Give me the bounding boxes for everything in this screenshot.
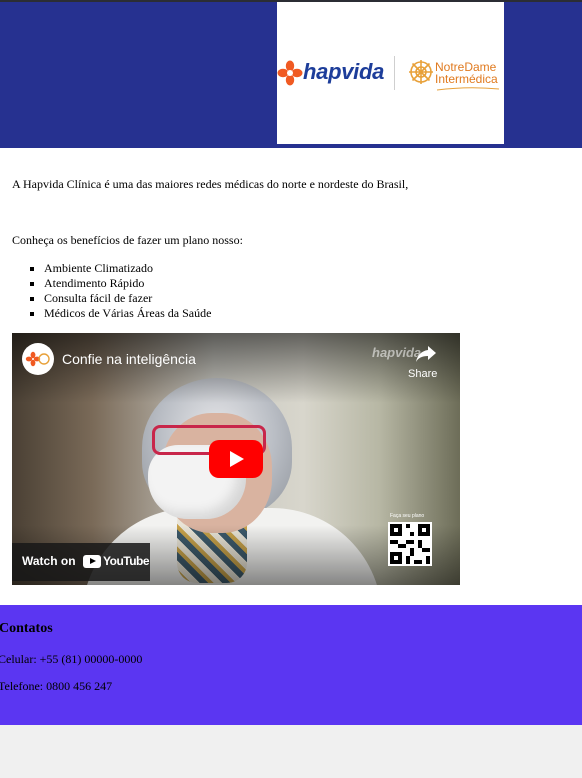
youtube-video-embed[interactable]: Confie na inteligência hapvida Share Faç… [12, 333, 460, 585]
watch-on-label: Watch on [22, 554, 76, 568]
channel-avatar-icon[interactable] [22, 343, 54, 375]
list-item: Consulta fácil de fazer [44, 291, 211, 306]
logo-divider [394, 56, 395, 90]
brand-logo: hapvida NotreDame Intermédica [277, 2, 504, 144]
youtube-wordmark: YouTube [103, 554, 150, 568]
list-item: Ambiente Climatizado [44, 261, 211, 276]
qr-label: Faça seu plano [390, 513, 425, 519]
notredame-swoosh [436, 87, 500, 91]
play-button[interactable] [209, 440, 263, 478]
video-top-gradient [12, 333, 460, 403]
video-title[interactable]: Confie na inteligência [62, 351, 196, 367]
play-icon [230, 451, 244, 467]
share-button[interactable]: Share [408, 368, 437, 380]
list-item: Médicos de Várias Áreas da Saúde [44, 306, 211, 321]
hapvida-wordmark: hapvida [303, 59, 385, 84]
contact-mobile: Celular: +55 (81) 00000-0000 [0, 652, 143, 666]
share-icon[interactable] [415, 345, 437, 363]
header: hapvida NotreDame Intermédica [0, 2, 582, 148]
benefits-list: Ambiente Climatizado Atendimento Rápido … [12, 261, 211, 321]
notredame-line2: Intermédica [435, 72, 498, 86]
hapvida-flower-icon [277, 60, 303, 86]
watch-on-youtube-button[interactable]: Watch on YouTube [12, 543, 150, 581]
main-content: A Hapvida Clínica é uma das maiores rede… [0, 148, 582, 605]
youtube-icon [83, 555, 101, 568]
notredame-mark-icon [409, 60, 433, 84]
video-channel-watermark: hapvida [372, 345, 422, 360]
contacts-heading: Contatos [0, 621, 53, 636]
benefits-heading: Conheça os benefícios de fazer um plano … [12, 233, 243, 247]
intro-text: A Hapvida Clínica é uma das maiores rede… [12, 177, 409, 191]
notredame-wordmark: NotreDame Intermédica [435, 61, 498, 85]
contact-telephone: Telefone: 0800 456 247 [0, 679, 113, 693]
qr-code-icon [388, 522, 432, 566]
footer-contacts: Contatos Celular: +55 (81) 00000-0000 Te… [0, 605, 582, 725]
list-item: Atendimento Rápido [44, 276, 211, 291]
